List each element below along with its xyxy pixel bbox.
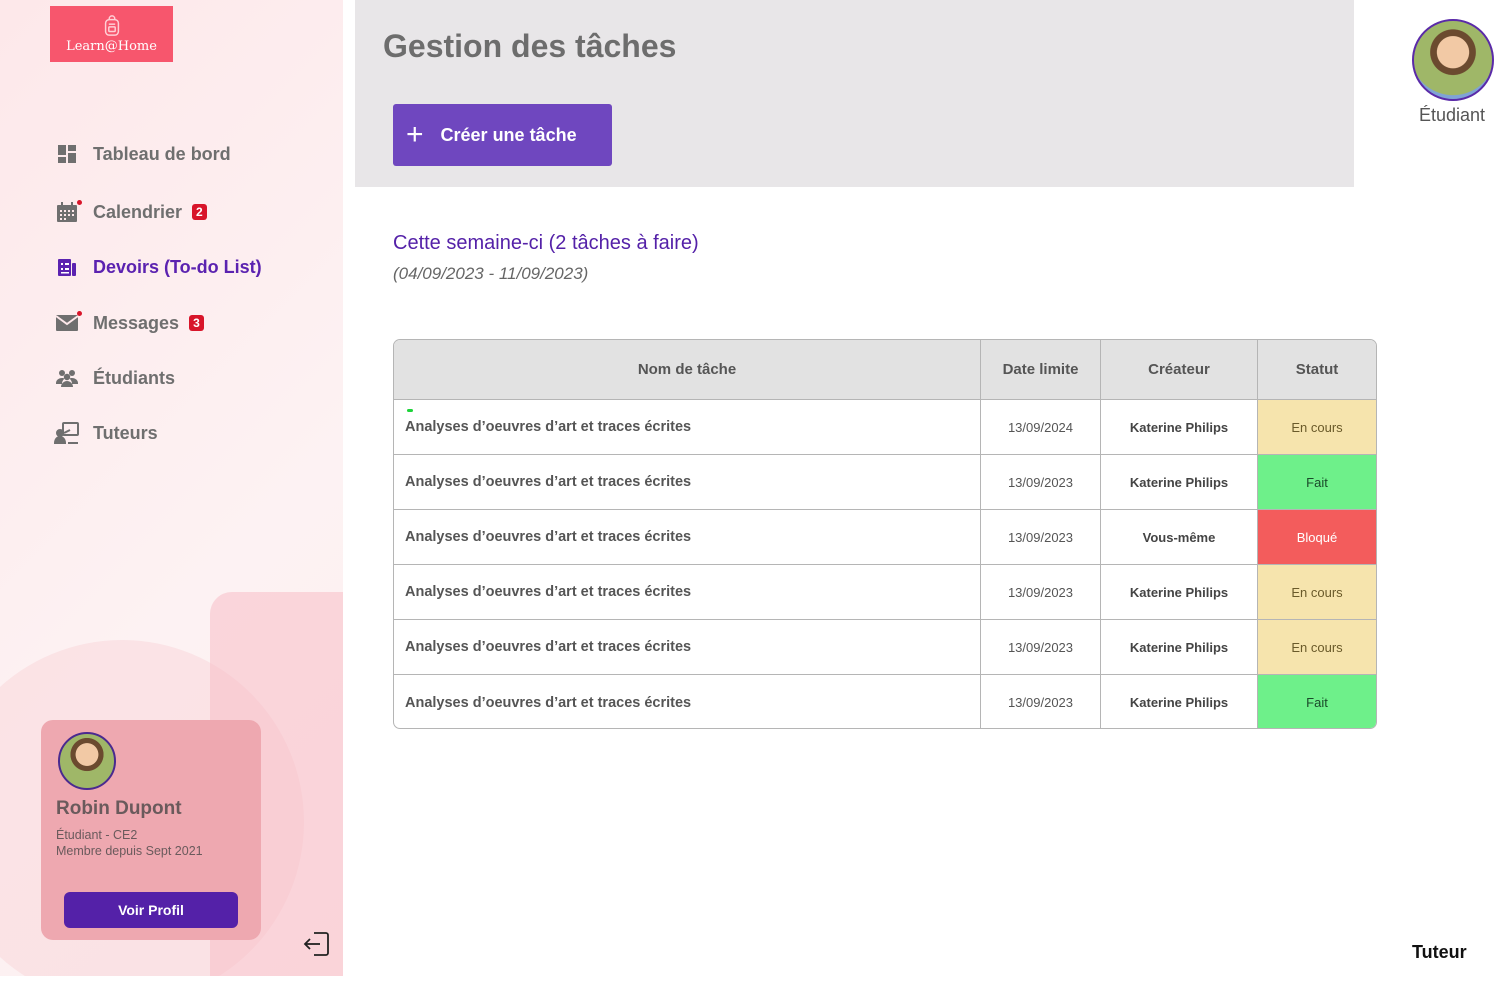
- due-date-cell: 13/09/2023: [981, 620, 1101, 674]
- task-name-cell: Analyses d’oeuvres d’art et traces écrit…: [394, 510, 981, 564]
- task-name-cell: Analyses d’oeuvres d’art et traces écrit…: [394, 675, 981, 728]
- column-header-status[interactable]: Statut: [1258, 340, 1376, 399]
- notification-dot: [77, 200, 82, 205]
- table-row[interactable]: Analyses d’oeuvres d’art et traces écrit…: [394, 400, 1376, 455]
- app-logo[interactable]: Learn@Home: [50, 6, 173, 62]
- sidebar-item-label: Calendrier: [93, 201, 183, 222]
- week-range: (04/09/2023 - 11/09/2023): [393, 264, 589, 283]
- logout-icon[interactable]: [302, 929, 332, 959]
- table-header: Nom de tâche Date limite Créateur Statut: [394, 340, 1376, 400]
- user-role: Étudiant: [1418, 105, 1486, 125]
- backpack-icon: [104, 14, 119, 36]
- task-name: Analyses d’oeuvres d’art et traces écrit…: [405, 419, 692, 435]
- task-name: Analyses d’oeuvres d’art et traces écrit…: [405, 694, 692, 711]
- view-profile-button[interactable]: Voir Profil: [64, 892, 238, 928]
- sidebar-item-messages[interactable]: Messages 3: [54, 310, 204, 336]
- table-row[interactable]: Analyses d’oeuvres d’art et traces écrit…: [394, 510, 1376, 565]
- profile-name: Robin Dupont: [56, 798, 182, 819]
- status-badge[interactable]: Fait: [1258, 455, 1376, 509]
- calendar-badge: 2: [192, 204, 207, 220]
- due-date-cell: 13/09/2023: [981, 675, 1101, 728]
- sidebar-item-calendar[interactable]: Calendrier 2: [54, 199, 207, 225]
- creator-cell: Katerine Philips: [1101, 400, 1258, 454]
- creator-cell: Vous-même: [1101, 510, 1258, 564]
- page-header: Gestion des tâches + Créer une tâche: [355, 0, 1354, 187]
- creator-cell: Katerine Philips: [1101, 565, 1258, 619]
- create-task-label: Créer une tâche: [440, 124, 577, 145]
- sidebar-item-label: Devoirs (To-do List): [93, 256, 262, 277]
- task-name: Analyses d’oeuvres d’art et traces écrit…: [405, 529, 692, 545]
- creator-cell: Katerine Philips: [1101, 620, 1258, 674]
- table-row[interactable]: Analyses d’oeuvres d’art et traces écrit…: [394, 455, 1376, 510]
- sidebar-item-dashboard[interactable]: Tableau de bord: [54, 141, 231, 167]
- status-badge[interactable]: Bloqué: [1258, 510, 1376, 564]
- user-avatar[interactable]: [1412, 19, 1494, 101]
- due-date-cell: 13/09/2024: [981, 400, 1101, 454]
- sidebar-item-label: Messages: [93, 312, 180, 333]
- assignment-icon: [54, 254, 80, 280]
- column-header-due-date[interactable]: Date limite: [981, 340, 1101, 399]
- sidebar-item-assignments[interactable]: Devoirs (To-do List): [54, 254, 262, 280]
- sidebar-item-label: Tableau de bord: [93, 143, 231, 164]
- notification-dot: [77, 311, 82, 316]
- task-name-cell: Analyses d’oeuvres d’art et traces écrit…: [394, 565, 981, 619]
- status-badge[interactable]: En cours: [1258, 565, 1376, 619]
- sidebar-item-tutors[interactable]: Tuteurs: [54, 420, 158, 446]
- task-name-cell: Analyses d’oeuvres d’art et traces écrit…: [394, 455, 981, 509]
- task-name-cell: Analyses d’oeuvres d’art et traces écrit…: [394, 620, 981, 674]
- due-date-cell: 13/09/2023: [981, 455, 1101, 509]
- tutor-icon: [54, 420, 80, 446]
- table-row[interactable]: Analyses d’oeuvres d’art et traces écrit…: [394, 620, 1376, 675]
- calendar-icon: [54, 199, 82, 225]
- creator-cell: Katerine Philips: [1101, 675, 1258, 728]
- plus-icon: +: [406, 118, 424, 151]
- tasks-table: Nom de tâche Date limite Créateur Statut…: [393, 339, 1377, 729]
- status-badge[interactable]: En cours: [1258, 400, 1376, 454]
- create-task-button[interactable]: + Créer une tâche: [393, 104, 612, 166]
- task-name: Analyses d’oeuvres d’art et traces écrit…: [405, 639, 692, 655]
- status-badge[interactable]: En cours: [1258, 620, 1376, 674]
- logo-text: Learn@Home: [66, 38, 157, 54]
- dashboard-icon: [54, 141, 80, 167]
- column-header-task-name[interactable]: Nom de tâche: [394, 340, 981, 399]
- sidebar-item-label: Tuteurs: [93, 422, 158, 443]
- page-title: Gestion des tâches: [383, 28, 677, 64]
- profile-member-since: Membre depuis Sept 2021: [56, 844, 203, 858]
- students-icon: [54, 365, 80, 391]
- table-row[interactable]: Analyses d’oeuvres d’art et traces écrit…: [394, 675, 1376, 728]
- task-name: Analyses d’oeuvres d’art et traces écrit…: [405, 474, 692, 490]
- due-date-cell: 13/09/2023: [981, 565, 1101, 619]
- profile-details: Étudiant - CE2 Membre depuis Sept 2021: [56, 827, 203, 859]
- week-title: Cette semaine-ci (2 tâches à faire): [393, 232, 699, 254]
- column-header-creator[interactable]: Créateur: [1101, 340, 1258, 399]
- sidebar-item-label: Étudiants: [93, 367, 176, 388]
- table-row[interactable]: Analyses d’oeuvres d’art et traces écrit…: [394, 565, 1376, 620]
- sidebar-item-students[interactable]: Étudiants: [54, 365, 175, 391]
- due-date-cell: 13/09/2023: [981, 510, 1101, 564]
- profile-class: Étudiant - CE2: [56, 828, 138, 842]
- sidebar: Learn@Home Tableau de bord Calendrier 2 …: [0, 0, 343, 976]
- mail-icon: [54, 310, 82, 336]
- footer-role-label[interactable]: Tuteur: [1412, 942, 1467, 963]
- creator-cell: Katerine Philips: [1101, 455, 1258, 509]
- messages-badge: 3: [189, 315, 204, 331]
- new-indicator: [407, 409, 413, 412]
- avatar[interactable]: [58, 732, 116, 790]
- task-name: Analyses d’oeuvres d’art et traces écrit…: [405, 584, 692, 600]
- profile-card: Robin Dupont Étudiant - CE2 Membre depui…: [41, 720, 261, 940]
- task-name-cell: Analyses d’oeuvres d’art et traces écrit…: [394, 400, 981, 454]
- status-badge[interactable]: Fait: [1258, 675, 1376, 728]
